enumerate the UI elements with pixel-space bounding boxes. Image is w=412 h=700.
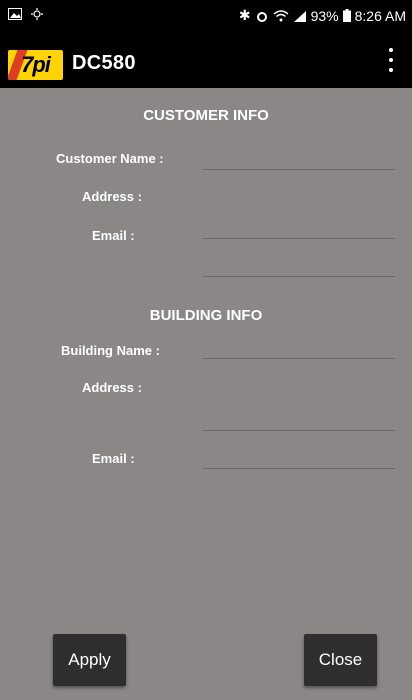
notification-icon [31, 8, 43, 20]
customer-address-label: Address : [82, 189, 142, 204]
customer-section-title: CUSTOMER INFO [143, 107, 269, 124]
app-title: DC580 [72, 52, 136, 74]
building-name-field[interactable] [203, 332, 399, 359]
customer-extra-input[interactable] [203, 250, 399, 274]
clock: 8:26 AM [354, 7, 406, 24]
alarm-icon [256, 11, 267, 22]
customer-email-input[interactable] [203, 212, 399, 236]
building-email-input[interactable] [203, 442, 399, 466]
building-email-label: Email : [92, 451, 135, 466]
customer-name-input[interactable] [203, 143, 399, 167]
customer-email-label: Email : [92, 228, 135, 243]
building-name-input[interactable] [203, 332, 399, 356]
logo-text: 7pi [21, 52, 51, 77]
wifi-icon [273, 9, 289, 21]
overflow-menu-icon[interactable] [386, 48, 396, 72]
status-bar: ✱ 93% 8:26 AM [0, 0, 412, 32]
building-address-input[interactable] [203, 404, 399, 428]
building-address-field[interactable] [203, 404, 399, 431]
status-right-icons: ✱ 93% 8:26 AM [239, 7, 406, 24]
building-section-title: BUILDING INFO [149, 307, 263, 324]
customer-name-label: Customer Name : [56, 151, 164, 166]
customer-email-field[interactable] [203, 212, 399, 239]
customer-name-field[interactable] [203, 143, 399, 170]
building-address-label: Address : [82, 380, 142, 395]
image-icon [8, 8, 22, 20]
close-button[interactable]: Close [304, 634, 377, 686]
customer-extra-field[interactable] [203, 250, 399, 277]
bluetooth-icon: ✱ [238, 7, 251, 23]
battery-icon [342, 9, 351, 22]
status-left-icons [8, 7, 44, 21]
battery-percent: 93% [310, 7, 339, 24]
building-email-field[interactable] [203, 442, 399, 469]
building-name-label: Building Name : [61, 343, 160, 358]
signal-icon [293, 10, 306, 22]
apply-button[interactable]: Apply [53, 634, 126, 686]
app-logo: 7pi [8, 50, 63, 80]
